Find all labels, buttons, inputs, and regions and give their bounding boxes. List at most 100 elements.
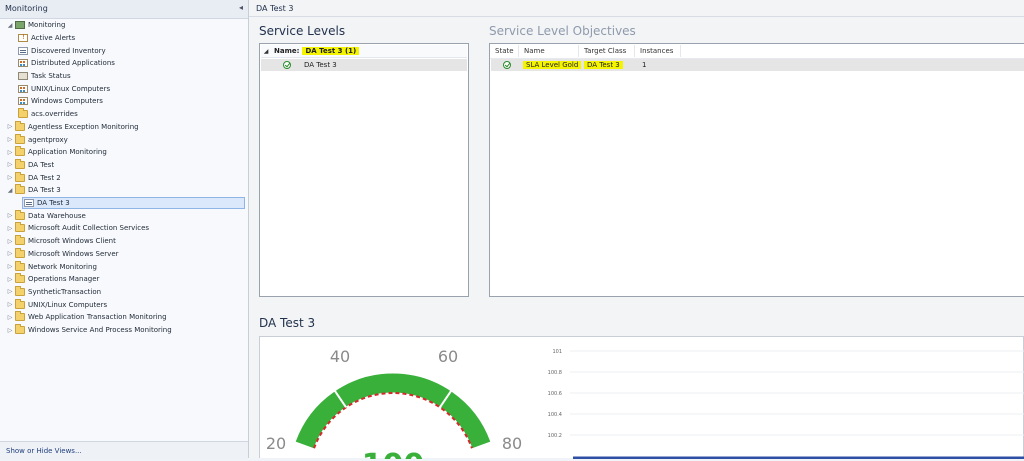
sidebar-item-microsoft-audit-collection-services[interactable]: ▷ Microsoft Audit Collection Services: [6, 222, 149, 235]
folder-icon: [15, 209, 25, 220]
show-hide-views-link[interactable]: Show or Hide Views...: [6, 447, 82, 455]
collapsed-arrow-icon[interactable]: ▷: [6, 136, 14, 143]
sidebar-item-label: DA Test 2: [28, 173, 61, 182]
monitor-icon: [15, 21, 25, 30]
sidebar-item-label: Data Warehouse: [28, 211, 86, 220]
sidebar-item-synthetictransaction[interactable]: ▷ SyntheticTransaction: [6, 285, 102, 299]
sidebar-item-label: Microsoft Windows Client: [28, 237, 116, 246]
folder-icon: [15, 146, 25, 157]
sidebar-item-windows-service-and-process-monitoring[interactable]: ▷ Windows Service And Process Monitoring: [6, 324, 172, 337]
y-tick-100-2: 100.2: [548, 433, 562, 439]
service-levels-title: Service Levels: [259, 24, 346, 38]
sidebar-item-label: Network Monitoring: [28, 262, 97, 271]
service-level-row[interactable]: DA Test 3: [261, 59, 467, 71]
gauge-value: 100: [362, 448, 425, 459]
sidebar-item-unix-linux-computers[interactable]: UNIX/Linux Computers: [17, 83, 110, 96]
grid-view-icon: [18, 84, 28, 93]
sidebar-item-label: UNIX/Linux Computers: [28, 300, 108, 309]
sidebar-item-microsoft-windows-client[interactable]: ▷ Microsoft Windows Client: [6, 235, 116, 248]
collapsed-arrow-icon[interactable]: ▷: [6, 276, 14, 283]
sidebar-item-application-monitoring[interactable]: ▷ Application Monitoring: [6, 146, 107, 159]
sidebar-item-label: agentproxy: [28, 135, 68, 144]
sidebar-item-network-monitoring[interactable]: ▷ Network Monitoring: [6, 260, 97, 273]
slo-column-headers: State Name Target Class Instances: [490, 44, 1024, 59]
sidebar-item-label: DA Test 3: [28, 186, 61, 195]
sidebar-item-acs-overrides[interactable]: acs.overrides: [17, 108, 78, 121]
slo-panel: State Name Target Class Instances SLA Le…: [489, 43, 1024, 297]
collapsed-arrow-icon[interactable]: ▷: [6, 161, 14, 168]
sidebar-item-operations-manager[interactable]: ▷ Operations Manager: [6, 273, 99, 286]
sidebar-item-label: Discovered Inventory: [31, 46, 106, 55]
sidebar-item-distributed-applications[interactable]: Distributed Applications: [17, 57, 115, 70]
sidebar-item-label: Monitoring: [28, 21, 66, 30]
collapsed-arrow-icon[interactable]: ▷: [6, 212, 14, 219]
sidebar-item-label: Application Monitoring: [28, 148, 107, 157]
sidebar-item-windows-computers[interactable]: Windows Computers: [17, 95, 103, 108]
sidebar-item-task-status[interactable]: Task Status: [17, 70, 71, 83]
sidebar-item-monitoring[interactable]: ◢ Monitoring: [6, 19, 65, 32]
slo-instances: 1: [642, 61, 647, 69]
collapsed-arrow-icon[interactable]: ▷: [6, 238, 14, 245]
sidebar-item-web-application-transaction-monitoring[interactable]: ▷ Web Application Transaction Monitoring: [6, 311, 167, 324]
gauge-tick-40: 40: [330, 347, 350, 366]
slo-row[interactable]: SLA Level Gold DA Test 3 1: [491, 59, 1024, 71]
sidebar-item-label: Microsoft Windows Server: [28, 249, 119, 258]
sidebar-item-da-test[interactable]: ▷ DA Test: [6, 158, 54, 172]
column-header-state[interactable]: State: [490, 45, 519, 57]
collapsed-arrow-icon[interactable]: ▷: [6, 174, 14, 181]
sidebar-item-label: SyntheticTransaction: [28, 287, 102, 296]
sidebar-item-label: Operations Manager: [28, 275, 100, 284]
grid-view-icon: [18, 97, 28, 106]
main-pane: DA Test 3 Service Levels ◢ Name: DA Test…: [249, 0, 1024, 461]
collapsed-arrow-icon[interactable]: ▷: [6, 123, 14, 130]
group-header[interactable]: ◢ Name: DA Test 3 (1): [261, 45, 467, 58]
sidebar-item-label: acs.overrides: [31, 110, 78, 119]
sidebar-item-label: Task Status: [31, 72, 71, 81]
collapse-triangle-icon[interactable]: ◢: [261, 48, 271, 55]
gauge-tick-60: 60: [438, 347, 458, 366]
healthy-check-icon: [283, 61, 291, 69]
gauge-tick-20: 20: [266, 434, 286, 453]
sidebar-item-label: Windows Service And Process Monitoring: [28, 326, 172, 335]
grid-view-icon: [18, 59, 28, 68]
state-view-icon: [18, 46, 28, 55]
collapsed-arrow-icon[interactable]: ▷: [6, 288, 14, 295]
dashboard-widgets: 20 40 60 80 100 101 100.8 100.6 100.4 10…: [266, 347, 1024, 461]
sidebar-item-agentless-exception-monitoring[interactable]: ▷ Agentless Exception Monitoring: [6, 120, 139, 134]
folder-icon: [15, 298, 25, 309]
sidebar-item-discovered-inventory[interactable]: Discovered Inventory: [17, 44, 106, 57]
expanded-arrow-icon[interactable]: ◢: [6, 187, 14, 194]
collapsed-arrow-icon[interactable]: ▷: [6, 327, 14, 334]
sidebar-item-da-test-3[interactable]: ◢ DA Test 3: [6, 184, 61, 197]
sidebar-item-agentproxy[interactable]: ▷ agentproxy: [6, 133, 68, 146]
collapsed-arrow-icon[interactable]: ▷: [6, 149, 14, 156]
slo-title: Service Level Objectives: [489, 24, 636, 38]
sidebar-item-da-test-3[interactable]: DA Test 3: [22, 196, 245, 210]
folder-icon: [15, 235, 25, 246]
expanded-arrow-icon[interactable]: ◢: [6, 22, 14, 29]
sidebar-item-da-test-2[interactable]: ▷ DA Test 2: [6, 171, 61, 184]
column-header-instances[interactable]: Instances: [635, 45, 681, 57]
column-header-name[interactable]: Name: [519, 45, 579, 57]
folder-icon: [18, 108, 28, 119]
view-title: DA Test 3: [256, 4, 294, 13]
sidebar-item-active-alerts[interactable]: Active Alerts: [17, 32, 75, 45]
collapsed-arrow-icon[interactable]: ▷: [6, 263, 14, 270]
collapsed-arrow-icon[interactable]: ▷: [6, 250, 14, 257]
dashboard-title: DA Test 3: [259, 316, 316, 330]
service-level-name: DA Test 3: [304, 61, 337, 69]
sla-gauge: 20 40 60 80 100: [266, 347, 522, 461]
collapsed-arrow-icon[interactable]: ▷: [6, 314, 14, 321]
column-header-target-class[interactable]: Target Class: [579, 45, 635, 57]
sidebar-item-microsoft-windows-server[interactable]: ▷ Microsoft Windows Server: [6, 247, 119, 261]
folder-icon: [15, 171, 25, 182]
collapsed-arrow-icon[interactable]: ▷: [6, 225, 14, 232]
sidebar-item-data-warehouse[interactable]: ▷ Data Warehouse: [6, 209, 86, 223]
chevron-left-icon[interactable]: ◂: [239, 3, 243, 12]
collapsed-arrow-icon[interactable]: ▷: [6, 301, 14, 308]
folder-icon: [15, 324, 25, 335]
sidebar-item-label: Windows Computers: [31, 97, 103, 106]
divider: [249, 16, 1024, 17]
folder-icon: [15, 158, 25, 169]
sidebar-item-unix-linux-computers[interactable]: ▷ UNIX/Linux Computers: [6, 298, 107, 311]
